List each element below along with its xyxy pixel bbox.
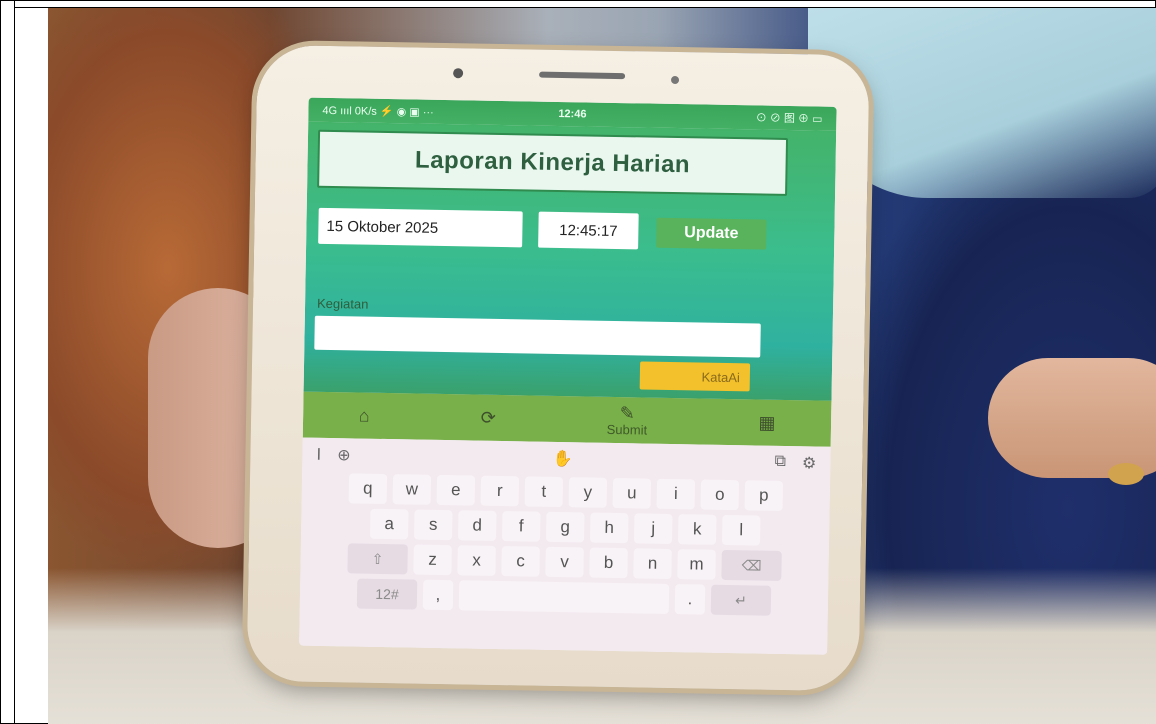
keyboard-toolbar: Ⅰ ⊕ ✋ ⧉ ⚙ bbox=[302, 442, 830, 477]
nav-submit[interactable]: ✎ Submit bbox=[607, 403, 648, 437]
key-i[interactable]: i bbox=[656, 478, 696, 510]
smartphone: 4G ıııl 0K/s ⚡ ◉ ▣ ··· 12:46 ⊙ ⊘ 图 ⊕ ▭ L… bbox=[246, 44, 870, 692]
keyboard-row-3: ⇧ z x c v b n m ⌫ bbox=[300, 543, 828, 582]
key-v[interactable]: v bbox=[545, 546, 584, 578]
earpiece bbox=[539, 71, 626, 80]
key-e[interactable]: e bbox=[436, 474, 476, 506]
key-u[interactable]: u bbox=[612, 477, 652, 509]
status-signal: 4G ıııl 0K/s ⚡ ◉ ▣ ··· bbox=[322, 104, 434, 119]
key-k[interactable]: k bbox=[677, 514, 717, 545]
right-hand-finger bbox=[988, 358, 1156, 478]
table-left-rule bbox=[14, 0, 15, 724]
app-title: Laporan Kinerja Harian bbox=[414, 146, 691, 179]
keyboard-row-2: a s d f g h j k l bbox=[301, 508, 829, 547]
update-button[interactable]: Update bbox=[656, 217, 767, 250]
app-form: Laporan Kinerja Harian 15 Oktober 2025 1… bbox=[303, 121, 837, 401]
enter-key[interactable]: ↵ bbox=[710, 584, 772, 616]
keyboard-clipboard-icon[interactable]: ⧉ bbox=[774, 453, 786, 473]
key-n[interactable]: n bbox=[633, 548, 672, 580]
status-icons: ⊙ ⊘ 图 ⊕ ▭ bbox=[755, 112, 823, 126]
key-p[interactable]: p bbox=[744, 480, 784, 511]
notice-text bbox=[346, 250, 766, 257]
keyboard-row-4: 12# , . ↵ bbox=[300, 578, 828, 617]
key-t[interactable]: t bbox=[524, 476, 564, 508]
app-title-box: Laporan Kinerja Harian bbox=[317, 129, 789, 196]
key-q[interactable]: q bbox=[348, 473, 388, 505]
key-c[interactable]: c bbox=[501, 546, 540, 577]
key-h[interactable]: h bbox=[589, 512, 629, 544]
nav-refresh[interactable]: ⟳ bbox=[480, 407, 496, 428]
date-field[interactable]: 15 Oktober 2025 bbox=[318, 207, 523, 248]
clipboard-icon: ▦ bbox=[758, 412, 776, 433]
time-field[interactable]: 12:45:17 bbox=[538, 211, 639, 250]
globe-icon[interactable]: ⊕ bbox=[337, 445, 351, 465]
refresh-icon: ⟳ bbox=[480, 407, 496, 428]
key-o[interactable]: o bbox=[700, 479, 740, 511]
comma-key[interactable]: , bbox=[422, 579, 454, 611]
symbols-key[interactable]: 12# bbox=[356, 578, 418, 610]
key-x[interactable]: x bbox=[457, 545, 496, 576]
key-r[interactable]: r bbox=[480, 475, 520, 507]
front-camera-icon bbox=[453, 68, 464, 79]
key-d[interactable]: d bbox=[457, 510, 497, 541]
hand-icon[interactable]: ✋ bbox=[552, 449, 572, 469]
key-j[interactable]: j bbox=[633, 513, 673, 545]
key-m[interactable]: m bbox=[677, 549, 716, 580]
space-key[interactable] bbox=[458, 580, 670, 614]
key-f[interactable]: f bbox=[501, 511, 541, 542]
key-a[interactable]: a bbox=[369, 508, 409, 540]
key-s[interactable]: s bbox=[413, 509, 453, 541]
ring bbox=[1108, 463, 1144, 485]
nav-home[interactable]: ⌂ bbox=[358, 405, 370, 426]
photo: 4G ıııl 0K/s ⚡ ◉ ▣ ··· 12:46 ⊙ ⊘ 图 ⊕ ▭ L… bbox=[48, 8, 1156, 724]
nav-submit-label: Submit bbox=[606, 421, 648, 438]
nav-clipboard[interactable]: ▦ bbox=[758, 412, 776, 433]
key-l[interactable]: l bbox=[721, 514, 761, 546]
sensor-icon bbox=[670, 75, 680, 85]
settings-icon[interactable]: ⚙ bbox=[802, 453, 817, 473]
onscreen-keyboard: Ⅰ ⊕ ✋ ⧉ ⚙ q w e r t y u i o p a s d f g … bbox=[299, 437, 831, 655]
backspace-key[interactable]: ⌫ bbox=[721, 549, 782, 581]
keyboard-row-1: q w e r t y u i o p bbox=[302, 473, 830, 512]
pencil-icon: ✎ bbox=[619, 402, 635, 423]
key-y[interactable]: y bbox=[568, 477, 608, 508]
status-time: 12:46 bbox=[558, 107, 587, 121]
key-g[interactable]: g bbox=[545, 511, 585, 543]
phone-screen: 4G ıııl 0K/s ⚡ ◉ ▣ ··· 12:46 ⊙ ⊘ 图 ⊕ ▭ L… bbox=[299, 97, 837, 655]
kegiatan-input[interactable] bbox=[314, 315, 761, 358]
key-z[interactable]: z bbox=[413, 544, 452, 576]
period-key[interactable]: . bbox=[674, 584, 706, 615]
kataai-button[interactable]: KataAi bbox=[639, 361, 751, 392]
key-w[interactable]: w bbox=[392, 474, 432, 505]
home-icon: ⌂ bbox=[358, 405, 370, 426]
cursor-icon[interactable]: Ⅰ bbox=[316, 445, 321, 465]
kegiatan-label: Kegiatan bbox=[316, 295, 369, 312]
key-b[interactable]: b bbox=[589, 547, 628, 579]
shift-key[interactable]: ⇧ bbox=[347, 543, 408, 575]
